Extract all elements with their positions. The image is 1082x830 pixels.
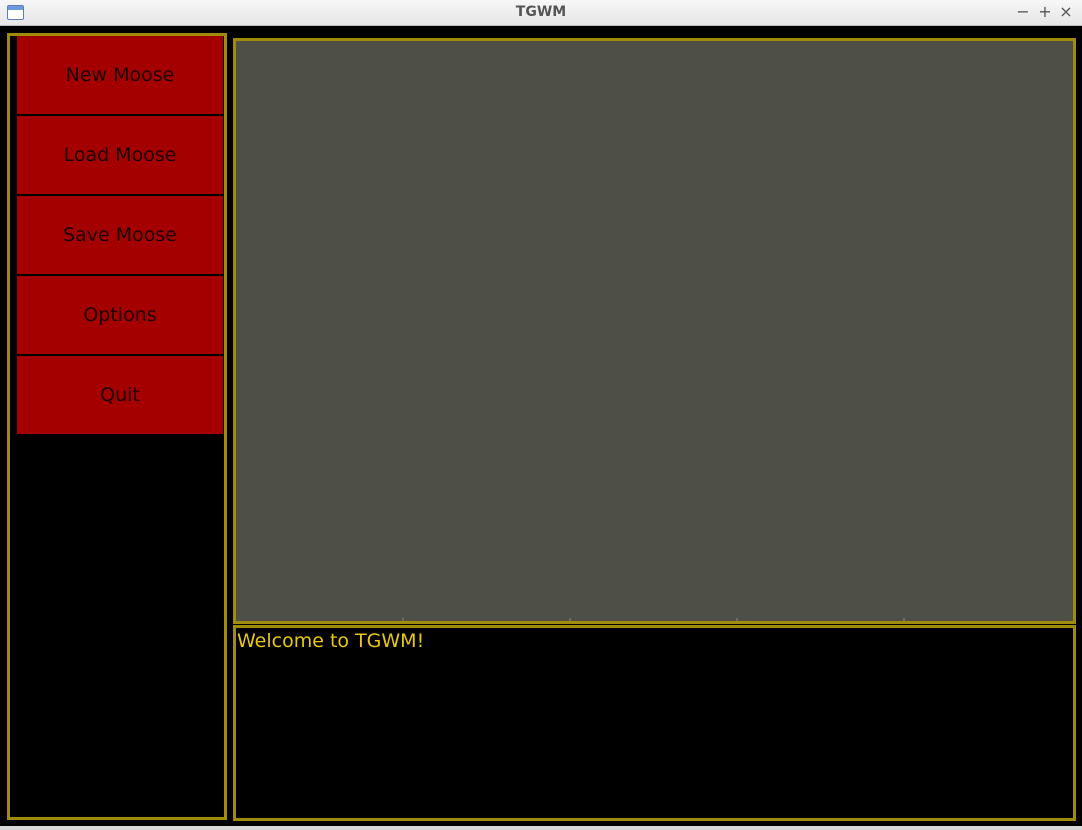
game-viewport[interactable] — [233, 38, 1076, 624]
app-window: TGWM − + × New Moose Load Moose Save Moo… — [0, 0, 1082, 830]
minimize-button[interactable]: − — [1013, 1, 1033, 23]
maximize-button[interactable]: + — [1035, 1, 1055, 23]
options-button[interactable]: Options — [17, 276, 223, 354]
window-bottom-edge — [0, 826, 1082, 830]
load-moose-button[interactable]: Load Moose — [17, 116, 223, 194]
title-bar[interactable]: TGWM − + × — [0, 0, 1082, 26]
console-message: Welcome to TGWM! — [237, 630, 425, 652]
viewport-tick — [569, 618, 571, 621]
new-moose-button[interactable]: New Moose — [17, 36, 223, 114]
window-title: TGWM — [515, 4, 567, 20]
viewport-tick — [402, 618, 404, 621]
viewport-tick — [736, 618, 738, 621]
menu-sidebar: New Moose Load Moose Save Moose Options … — [7, 33, 227, 820]
save-moose-button[interactable]: Save Moose — [17, 196, 223, 274]
quit-button[interactable]: Quit — [17, 356, 223, 434]
close-button[interactable]: × — [1056, 1, 1076, 23]
viewport-tick — [903, 618, 905, 621]
message-console: Welcome to TGWM! — [233, 625, 1076, 821]
